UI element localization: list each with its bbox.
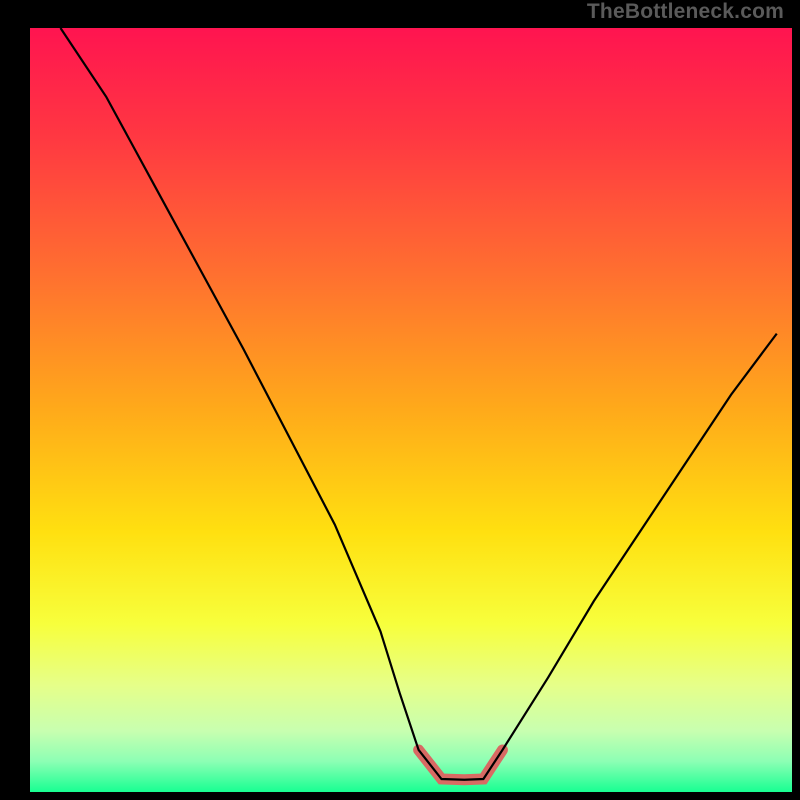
gradient-background — [30, 28, 792, 792]
chart-frame: TheBottleneck.com — [0, 0, 800, 800]
bottleneck-plot — [0, 0, 800, 800]
watermark-text: TheBottleneck.com — [587, 0, 784, 24]
